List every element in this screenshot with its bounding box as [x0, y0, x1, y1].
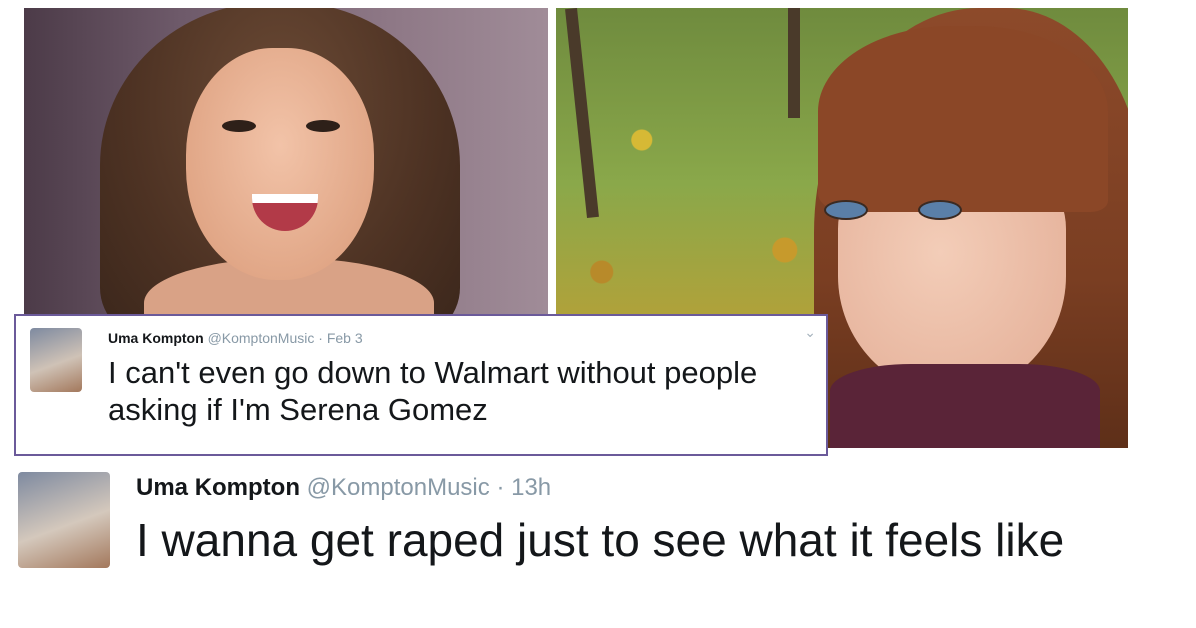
tweet-text: I wanna get raped just to see what it fe…: [136, 514, 1065, 566]
photo-scarf: [830, 364, 1100, 448]
handle[interactable]: @KomptonMusic: [208, 330, 315, 346]
display-name[interactable]: Uma Kompton: [108, 330, 204, 346]
photo-eye: [918, 200, 962, 220]
separator: ·: [318, 330, 323, 346]
timestamp[interactable]: 13h: [511, 474, 551, 501]
photo-face: [186, 48, 374, 280]
handle[interactable]: @KomptonMusic: [307, 474, 490, 501]
tweet-meta: Uma Kompton @KomptonMusic · 13h: [136, 474, 551, 502]
avatar[interactable]: [18, 472, 110, 568]
separator: ·: [496, 474, 505, 501]
photo-eye: [222, 120, 256, 132]
photo-tree-trunk: [788, 8, 800, 118]
tweet-meta: Uma Kompton @KomptonMusic · Feb 3: [108, 330, 363, 346]
timestamp[interactable]: Feb 3: [327, 330, 363, 346]
tweet-large[interactable]: Uma Kompton @KomptonMusic · 13h I wanna …: [0, 458, 1196, 628]
display-name[interactable]: Uma Kompton: [136, 474, 300, 501]
photo-eye: [306, 120, 340, 132]
tweet-card-small[interactable]: Uma Kompton @KomptonMusic · Feb 3 ⌄ I ca…: [14, 314, 828, 456]
photo-eye: [824, 200, 868, 220]
photo-celebrity: [24, 8, 548, 318]
photo-bangs: [818, 26, 1108, 212]
chevron-down-icon[interactable]: ⌄: [804, 324, 816, 341]
tweet-text: I can't even go down to Walmart without …: [108, 355, 758, 427]
avatar[interactable]: [30, 328, 82, 392]
